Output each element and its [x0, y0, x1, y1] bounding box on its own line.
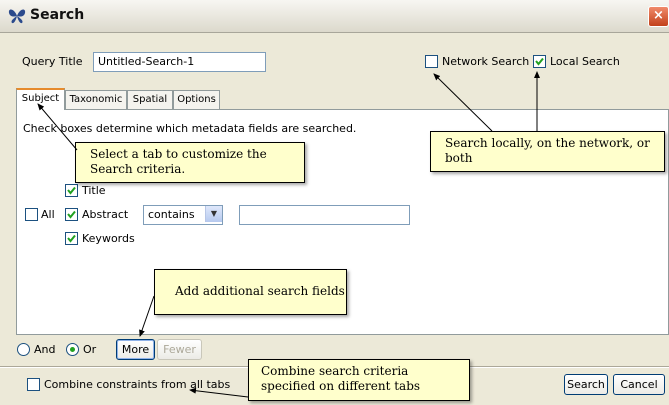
callout-more-hint: Add additional search fields	[154, 269, 347, 315]
title-field-checkbox[interactable]	[65, 184, 78, 197]
more-button[interactable]: More	[116, 339, 155, 360]
callout-scope-hint: Search locally, on the network, or both	[430, 131, 665, 172]
search-button[interactable]: Search	[564, 374, 608, 395]
cancel-button[interactable]: Cancel	[613, 374, 665, 395]
checkmark-icon	[67, 210, 76, 219]
radio-selected-dot	[70, 347, 75, 352]
title-field-label: Title	[82, 184, 106, 197]
tab-label: Spatial	[132, 94, 168, 105]
operator-select[interactable]: contains ▼	[143, 205, 223, 225]
arrow-to-combine-checkbox	[189, 387, 249, 398]
callout-combine-hint: Combine search criteria specified on dif…	[248, 359, 470, 401]
search-dialog: Search × Query Title Untitled-Search-1 N…	[0, 0, 669, 405]
search-text-input[interactable]	[239, 205, 410, 225]
checkmark-icon	[535, 57, 544, 66]
and-radio[interactable]	[17, 343, 30, 356]
checkmark-icon	[67, 234, 76, 243]
or-radio[interactable]	[66, 343, 79, 356]
query-title-label: Query Title	[22, 55, 83, 68]
all-fields-checkbox[interactable]	[25, 208, 38, 221]
tab-label: Taxonomic	[69, 94, 123, 105]
keywords-field-label: Keywords	[82, 232, 135, 245]
abstract-field-checkbox[interactable]	[65, 208, 78, 221]
all-fields-label: All	[41, 208, 55, 221]
query-title-input[interactable]: Untitled-Search-1	[93, 52, 266, 72]
local-search-label: Local Search	[550, 55, 620, 68]
operator-value: contains	[148, 208, 195, 221]
chevron-down-icon: ▼	[205, 206, 222, 222]
network-search-checkbox[interactable]	[425, 55, 438, 68]
tab-options[interactable]: Options	[173, 90, 220, 109]
close-button[interactable]: ×	[648, 6, 669, 27]
fewer-button[interactable]: Fewer	[157, 339, 202, 360]
callout-tab-hint: Select a tab to customize the Search cri…	[75, 142, 305, 183]
close-icon: ×	[653, 8, 664, 23]
combine-constraints-label: Combine constraints from all tabs	[44, 378, 231, 391]
window-title: Search	[30, 7, 85, 23]
abstract-field-label: Abstract	[82, 208, 129, 221]
tab-spatial[interactable]: Spatial	[127, 90, 173, 109]
local-search-checkbox[interactable]	[533, 55, 546, 68]
tab-taxonomic[interactable]: Taxonomic	[65, 90, 127, 109]
tab-label: Options	[177, 94, 216, 105]
checkmark-icon	[67, 186, 76, 195]
or-label: Or	[83, 343, 97, 356]
network-search-label: Network Search	[442, 55, 530, 68]
keywords-field-checkbox[interactable]	[65, 232, 78, 245]
and-label: And	[34, 343, 56, 356]
butterfly-icon	[8, 9, 26, 24]
tab-subject[interactable]: Subject	[16, 88, 65, 110]
title-bar: Search ×	[0, 0, 669, 33]
subject-description: Check boxes determine which metadata fie…	[23, 122, 357, 135]
combine-constraints-checkbox[interactable]	[27, 378, 40, 391]
tab-label: Subject	[21, 93, 60, 104]
